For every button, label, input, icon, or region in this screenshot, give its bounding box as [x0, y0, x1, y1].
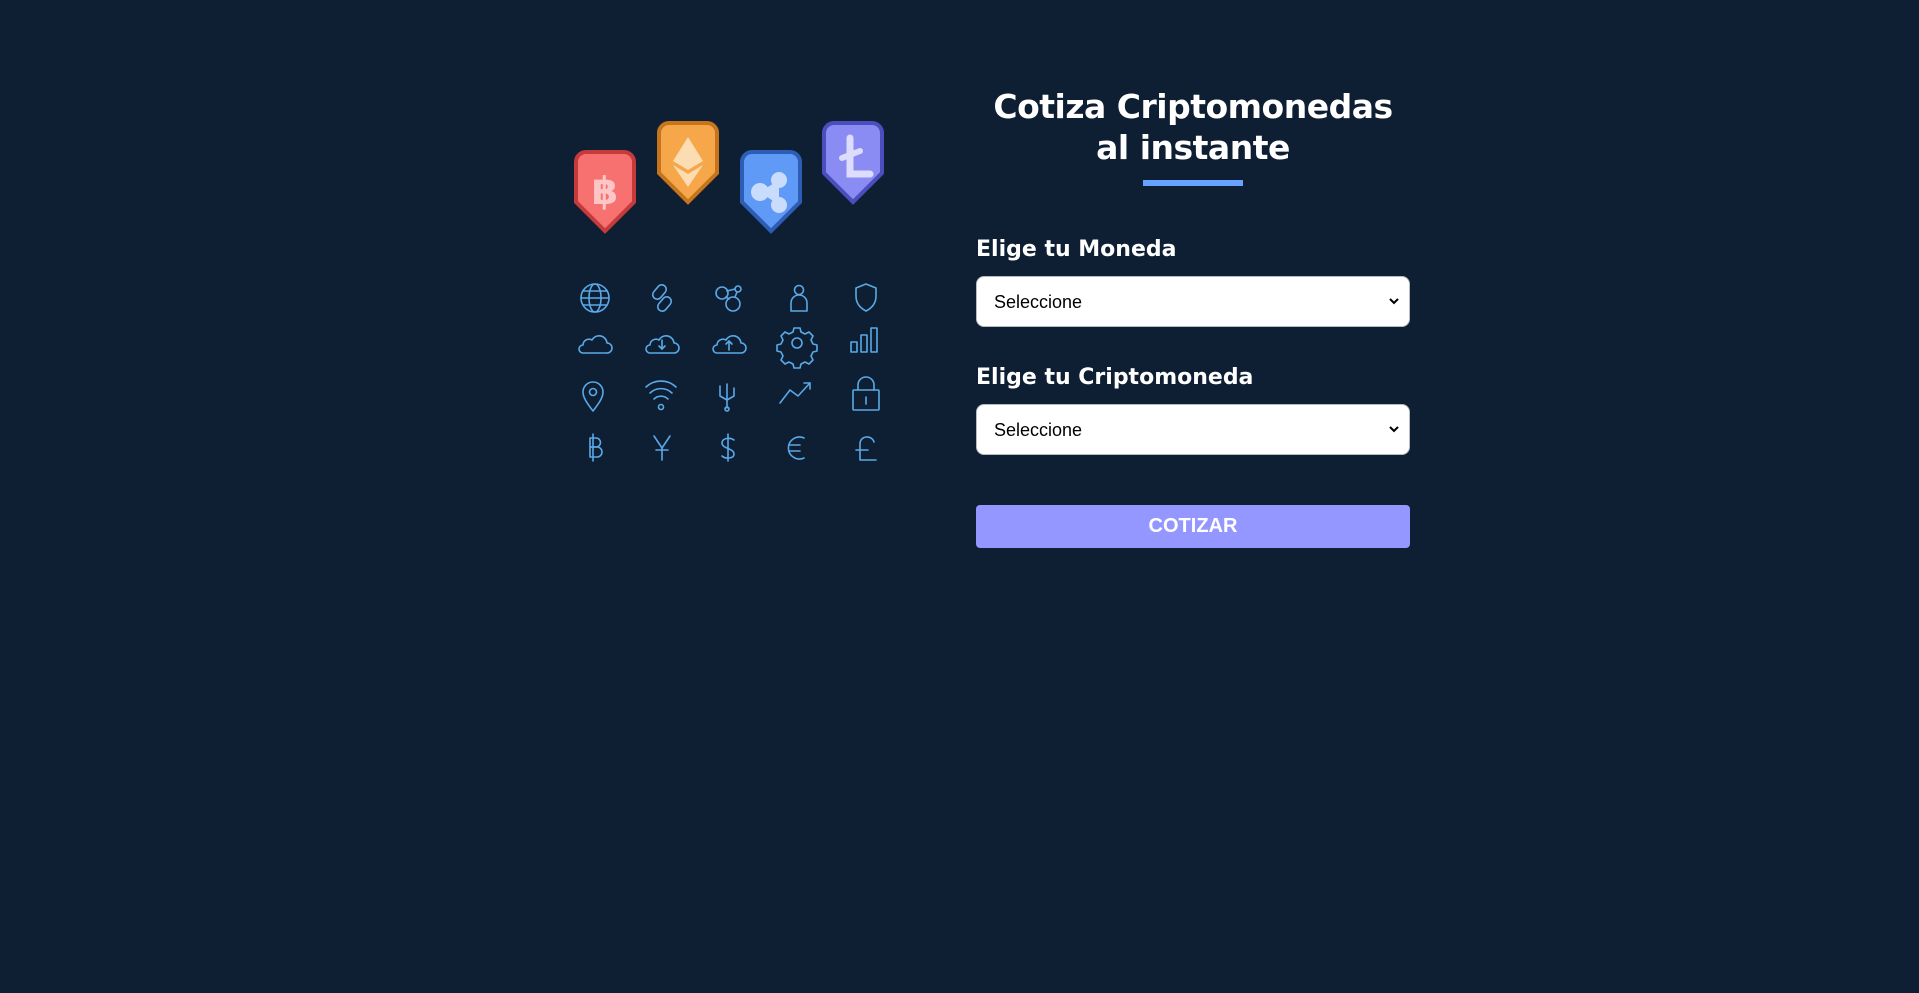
crypto-label: Elige tu Criptomoneda	[976, 365, 1254, 390]
euro-symbol-icon	[787, 436, 805, 460]
ethereum-badge	[657, 121, 719, 205]
crypto-select-wrapper: Seleccione	[976, 404, 1410, 455]
shield-icon	[855, 283, 877, 312]
network-nodes-icon	[715, 285, 742, 312]
crypto-illustration: ฿	[574, 121, 884, 462]
cloud-icon	[578, 335, 613, 354]
yen-symbol-icon	[653, 435, 671, 461]
crypto-select[interactable]: Seleccione	[976, 404, 1410, 455]
lock-icon	[852, 376, 880, 411]
currency-label: Elige tu Moneda	[976, 237, 1177, 262]
svg-text:฿: ฿	[592, 169, 618, 213]
title-underline	[1143, 180, 1243, 186]
bitcoin-icon: ฿	[592, 169, 618, 213]
quote-form-panel: Cotiza Criptomonedas al instante Elige t…	[976, 86, 1410, 548]
pound-symbol-icon	[855, 436, 877, 461]
cloud-download-icon	[645, 335, 680, 354]
gear-icon	[776, 327, 818, 369]
bitcoin-badge: ฿	[574, 150, 636, 234]
page-title: Cotiza Criptomonedas al instante	[993, 87, 1393, 167]
bar-chart-icon	[850, 327, 878, 353]
dollar-symbol-icon	[721, 433, 735, 462]
ripple-badge	[740, 150, 802, 234]
litecoin-badge	[822, 121, 884, 205]
wifi-icon	[645, 380, 677, 411]
link-icon	[651, 284, 673, 312]
trend-up-icon	[779, 382, 811, 404]
currency-select[interactable]: Seleccione	[976, 276, 1410, 327]
user-icon	[790, 284, 808, 312]
cloud-upload-icon	[712, 335, 747, 354]
page: ฿ Cotiza Criptomonedas al instante Elige…	[0, 0, 1919, 993]
location-pin-icon	[582, 381, 604, 412]
quote-submit-button[interactable]: COTIZAR	[976, 505, 1410, 548]
usb-connector-icon	[719, 383, 735, 412]
currency-select-wrapper: Seleccione	[976, 276, 1410, 327]
quote-form: Elige tu Moneda Seleccione Elige tu Crip…	[976, 236, 1410, 548]
globe-icon	[580, 283, 610, 313]
bitcoin-symbol-icon	[589, 433, 603, 462]
